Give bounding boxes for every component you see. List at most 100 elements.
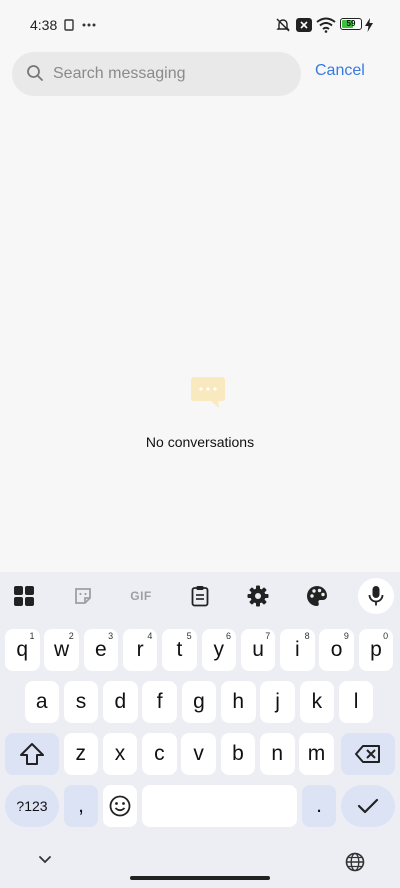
key-hint: 6 — [225, 631, 231, 641]
key-o[interactable]: o9 — [319, 629, 354, 671]
key-label: f — [156, 690, 163, 713]
gif-label: GIF — [130, 589, 152, 603]
status-bar: 4:38 59 — [0, 0, 400, 50]
key-label: p — [370, 638, 382, 661]
key-i[interactable]: i8 — [280, 629, 315, 671]
key-label: q — [16, 638, 29, 661]
key-w[interactable]: w2 — [44, 629, 79, 671]
key-label: j — [275, 690, 280, 713]
key-label: s — [75, 690, 87, 713]
key-m[interactable]: m — [299, 733, 334, 775]
checkmark-icon — [357, 798, 379, 814]
key-label: m — [307, 742, 326, 765]
chat-bubble-icon — [189, 375, 227, 414]
key-y[interactable]: y6 — [201, 629, 236, 671]
key-l[interactable]: l — [338, 681, 374, 723]
key-label: r — [136, 638, 144, 661]
key-label: u — [252, 638, 264, 661]
key-hint: 7 — [265, 631, 271, 641]
key-g[interactable]: g — [181, 681, 217, 723]
empty-state-message: No conversations — [145, 434, 255, 450]
key-hint: 3 — [108, 631, 114, 641]
key-hint: 9 — [343, 631, 349, 641]
key-hint: 1 — [29, 631, 35, 641]
period-key[interactable]: . — [302, 785, 336, 827]
key-n[interactable]: n — [260, 733, 295, 775]
key-t[interactable]: t5 — [162, 629, 197, 671]
emoji-icon — [109, 795, 131, 817]
key-label: d — [114, 690, 127, 713]
sticker-icon[interactable] — [69, 582, 97, 610]
key-label: v — [193, 742, 204, 765]
key-label: i — [295, 638, 300, 661]
key-label: o — [330, 638, 343, 661]
gif-button[interactable]: GIF — [125, 582, 157, 610]
theme-palette-icon[interactable] — [303, 582, 331, 610]
key-label: y — [213, 638, 225, 661]
key-c[interactable]: c — [142, 733, 177, 775]
emoji-key[interactable] — [103, 785, 137, 827]
search-icon — [26, 64, 44, 87]
key-s[interactable]: s — [63, 681, 99, 723]
key-label: n — [271, 742, 284, 765]
key-label: z — [75, 742, 87, 765]
space-key[interactable] — [142, 785, 297, 827]
key-j[interactable]: j — [260, 681, 295, 723]
microphone-icon[interactable] — [358, 578, 394, 614]
key-p[interactable]: p0 — [358, 629, 394, 671]
key-hint: 5 — [186, 631, 192, 641]
key-label: k — [311, 690, 323, 713]
key-label: w — [53, 638, 70, 661]
key-k[interactable]: k — [299, 681, 335, 723]
settings-gear-icon[interactable] — [244, 582, 272, 610]
silent-mode-icon — [275, 16, 291, 34]
screenshot-notification-icon — [63, 16, 75, 34]
language-globe-icon[interactable] — [345, 852, 365, 877]
backspace-key[interactable] — [341, 733, 395, 775]
enter-key[interactable] — [341, 785, 395, 827]
hide-keyboard-chevron-icon[interactable] — [38, 852, 52, 870]
key-label: a — [35, 690, 48, 713]
key-b[interactable]: b — [220, 733, 256, 775]
key-label: e — [95, 638, 107, 661]
key-z[interactable]: z — [63, 733, 98, 775]
apps-grid-icon[interactable] — [10, 582, 38, 610]
key-x[interactable]: x — [102, 733, 138, 775]
comma-key[interactable]: , — [64, 785, 98, 827]
key-h[interactable]: h — [221, 681, 256, 723]
search-input[interactable] — [53, 52, 293, 96]
key-label: g — [193, 690, 205, 713]
no-sim-icon — [296, 16, 312, 34]
key-f[interactable]: f — [142, 681, 177, 723]
key-e[interactable]: e3 — [83, 629, 119, 671]
more-notifications-icon — [82, 16, 96, 34]
key-u[interactable]: u7 — [240, 629, 276, 671]
search-bar[interactable] — [12, 52, 301, 96]
charging-icon — [365, 16, 373, 34]
key-hint: 2 — [68, 631, 74, 641]
backspace-icon — [355, 745, 380, 763]
key-a[interactable]: a — [24, 681, 59, 723]
key-label: l — [353, 690, 359, 713]
clipboard-icon[interactable] — [186, 582, 214, 610]
symbols-key[interactable]: ?123 — [5, 785, 59, 827]
key-r[interactable]: r4 — [122, 629, 158, 671]
on-screen-keyboard: GIF q1w2e3r4t5y6u7i8o9p0asdfghjklzxcvbnm… — [0, 572, 400, 888]
key-v[interactable]: v — [181, 733, 216, 775]
key-hint: 4 — [147, 631, 153, 641]
status-time: 4:38 — [30, 17, 58, 33]
wifi-icon — [316, 16, 336, 34]
key-label: t — [176, 638, 183, 661]
gesture-navigation-handle[interactable] — [130, 876, 270, 880]
key-label: c — [154, 742, 165, 765]
key-label: h — [232, 690, 245, 713]
key-hint: 0 — [383, 631, 389, 641]
cancel-button[interactable]: Cancel — [315, 62, 365, 80]
battery-percentage: 59 — [346, 19, 356, 28]
battery-icon: 59 — [340, 18, 362, 30]
key-d[interactable]: d — [103, 681, 138, 723]
key-q[interactable]: q1 — [5, 629, 40, 671]
shift-arrow-icon — [20, 743, 44, 765]
key-label: b — [232, 742, 244, 765]
shift-key[interactable] — [5, 733, 59, 775]
